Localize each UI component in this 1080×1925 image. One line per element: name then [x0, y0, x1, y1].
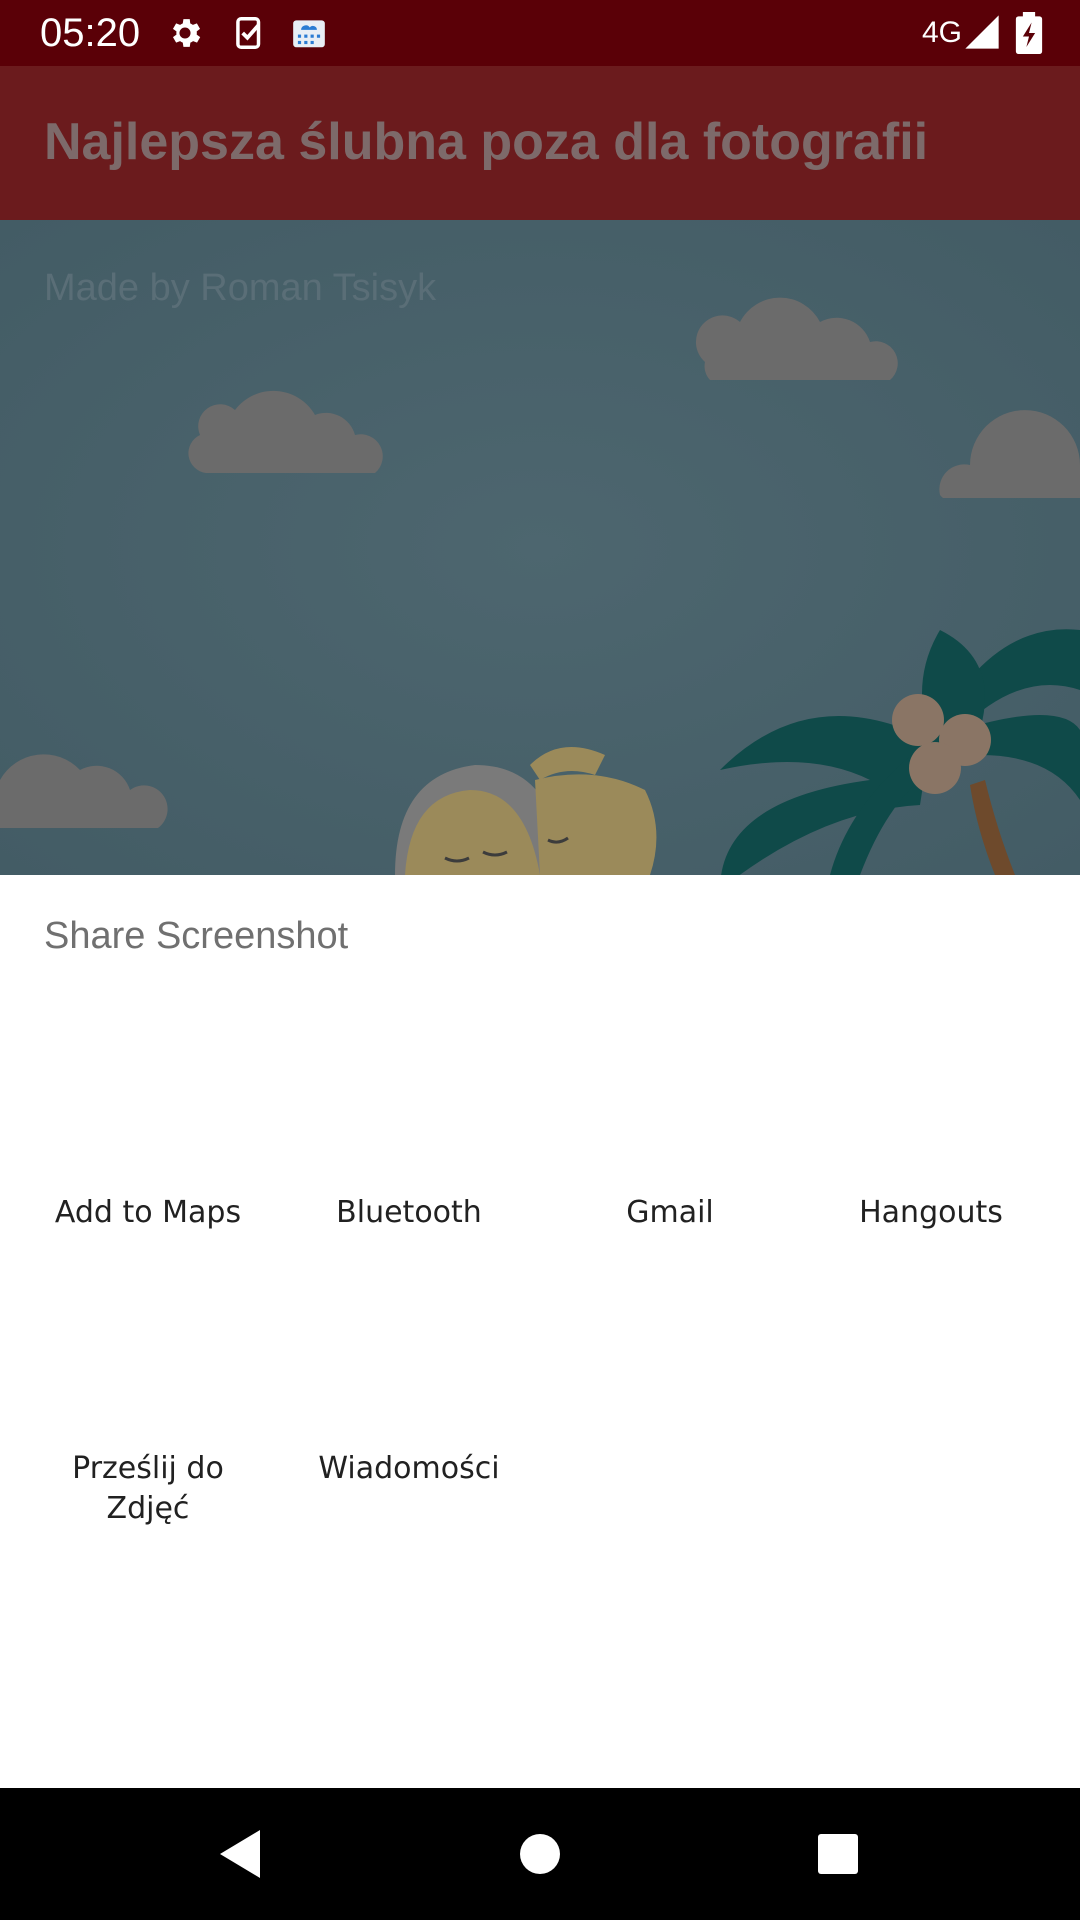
share-target-bluetooth[interactable]: Bluetooth [279, 1193, 539, 1233]
navigation-bar [0, 1788, 1080, 1920]
back-button[interactable] [170, 1788, 310, 1920]
share-target-add-to-maps[interactable]: Add to Maps [18, 1193, 278, 1233]
app-bar: Najlepsza ślubna poza dla fotografii [0, 66, 1080, 220]
status-bar: 05:20 4G [0, 0, 1080, 66]
home-icon [520, 1834, 560, 1874]
share-target-hangouts[interactable]: Hangouts [801, 1193, 1061, 1233]
share-sheet: Share Screenshot Add to Maps Bluetooth G… [0, 875, 1080, 1788]
wedding-illustration: Made by Roman Tsisyk [0, 220, 1080, 875]
made-by-label: Made by Roman Tsisyk [44, 267, 437, 309]
page-title: Najlepsza ślubna poza dla fotografii [44, 113, 929, 171]
recents-button[interactable] [768, 1788, 908, 1920]
cloud-calendar-icon [290, 14, 328, 52]
share-target-messages[interactable]: Wiadomości [279, 1449, 539, 1489]
app-content: Made by Roman Tsisyk [0, 220, 1080, 875]
share-target-upload-to-photos[interactable]: Prześlij do Zdjęć [18, 1449, 278, 1529]
signal-icon [962, 12, 1002, 52]
home-button[interactable] [470, 1788, 610, 1920]
network-type: 4G [922, 16, 963, 49]
battery-charging-icon [1014, 12, 1044, 54]
share-target-gmail[interactable]: Gmail [540, 1193, 800, 1233]
status-time: 05:20 [40, 11, 141, 55]
back-icon [220, 1830, 260, 1878]
recents-icon [818, 1834, 858, 1874]
settings-icon [166, 14, 204, 52]
share-sheet-title: Share Screenshot [44, 915, 349, 957]
task-check-icon [230, 14, 268, 52]
